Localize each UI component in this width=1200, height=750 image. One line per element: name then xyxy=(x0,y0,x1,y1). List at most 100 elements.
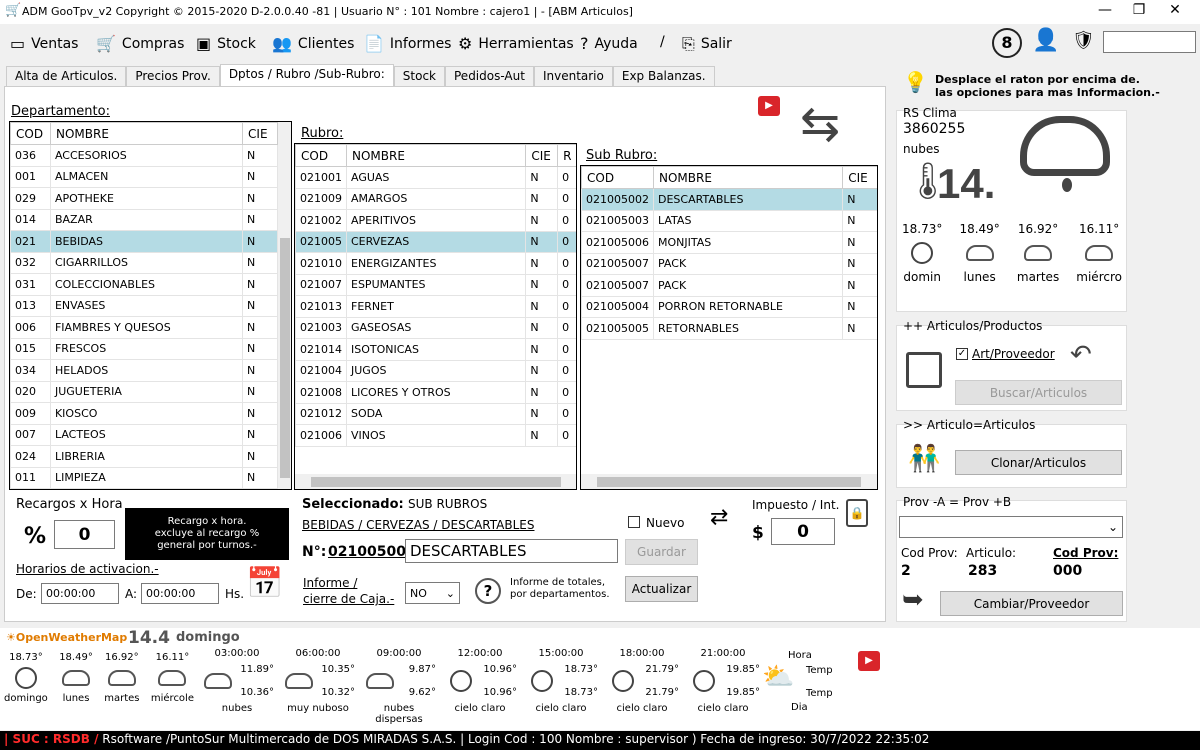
table-cell[interactable]: 0 xyxy=(557,381,576,404)
table-cell[interactable]: FRESCOS xyxy=(49,337,244,360)
table-row[interactable]: 036 ACCESORIOS N xyxy=(10,144,278,167)
table-cell[interactable]: VINOS xyxy=(345,424,527,447)
table-row[interactable]: 011 LIMPIEZA N xyxy=(10,466,278,489)
table-cell[interactable]: 021006 xyxy=(295,424,347,447)
table-row[interactable]: 021008 LICORES Y OTROS N 0 xyxy=(295,381,576,404)
table-cell[interactable]: APERITIVOS xyxy=(345,209,527,232)
menu-compras[interactable]: 🛒 Compras xyxy=(96,34,184,53)
table-cell[interactable]: 021005004 xyxy=(581,295,654,318)
col-r[interactable]: R xyxy=(557,144,576,167)
undo-arrow-icon[interactable]: ↶ xyxy=(1070,340,1092,370)
menu-clientes[interactable]: 👥 Clientes xyxy=(272,34,354,53)
table-row[interactable]: 006 FIAMBRES Y QUESOS N xyxy=(10,316,278,339)
table-cell[interactable]: N xyxy=(842,295,877,318)
menu-informes[interactable]: 📄 Informes xyxy=(364,34,451,53)
table-cell[interactable]: MONJITAS xyxy=(652,231,844,254)
table-cell[interactable]: 013 xyxy=(10,294,51,317)
table-cell[interactable]: KIOSCO xyxy=(49,402,244,425)
actualizar-button[interactable]: Actualizar xyxy=(625,576,698,602)
table-cell[interactable]: AGUAS xyxy=(345,166,527,189)
table-cell[interactable]: N xyxy=(242,230,278,253)
col-cie[interactable]: CIE xyxy=(525,144,559,167)
table-cell[interactable]: N xyxy=(525,402,559,425)
table-row[interactable]: 021 BEBIDAS N xyxy=(10,230,278,253)
table-row[interactable]: 021005007 PACK N xyxy=(581,274,877,297)
table-row[interactable]: 024 LIBRERIA N xyxy=(10,445,278,468)
rubro-grid[interactable]: COD NOMBRE CIE R 021001 AGUAS N 0 021009 AMAR… xyxy=(294,143,577,490)
tab-inventario[interactable]: Inventario xyxy=(533,66,613,86)
table-cell[interactable]: 0 xyxy=(557,402,576,425)
table-cell[interactable]: 021009 xyxy=(295,187,347,210)
help-icon[interactable]: ? xyxy=(475,578,501,604)
table-row[interactable]: 007 LACTEOS N xyxy=(10,423,278,446)
table-cell[interactable]: 021 xyxy=(10,230,51,253)
table-cell[interactable]: 0 xyxy=(557,359,576,382)
table-row[interactable]: 009 KIOSCO N xyxy=(10,402,278,425)
table-row[interactable]: 021005002 DESCARTABLES N xyxy=(581,188,877,211)
table-cell[interactable]: ENVASES xyxy=(49,294,244,317)
table-cell[interactable]: N xyxy=(525,209,559,232)
table-row[interactable]: 021009 AMARGOS N 0 xyxy=(295,187,576,210)
col-nombre[interactable]: NOMBRE xyxy=(345,144,527,167)
table-row[interactable]: 021002 APERITIVOS N 0 xyxy=(295,209,576,232)
table-cell[interactable]: 034 xyxy=(10,359,51,382)
table-cell[interactable]: 020 xyxy=(10,380,51,403)
table-cell[interactable]: N xyxy=(525,273,559,296)
departamento-scrollbar[interactable] xyxy=(278,122,291,489)
table-cell[interactable]: DESCARTABLES xyxy=(652,188,844,211)
table-row[interactable]: 001 ALMACEN N xyxy=(10,165,278,188)
table-cell[interactable]: CIGARRILLOS xyxy=(49,251,244,274)
minimize-icon[interactable]: — xyxy=(1090,2,1120,18)
table-cell[interactable]: N xyxy=(842,274,877,297)
menu-salir[interactable]: ⎘ Salir xyxy=(682,34,732,54)
eight-badge-icon[interactable]: 8 xyxy=(992,28,1022,58)
table-cell[interactable]: 021003 xyxy=(295,316,347,339)
table-cell[interactable]: 021008 xyxy=(295,381,347,404)
table-cell[interactable]: 031 xyxy=(10,273,51,296)
col-cod[interactable]: COD xyxy=(581,166,654,189)
col-cod[interactable]: COD xyxy=(10,122,51,145)
scroll-thumb[interactable] xyxy=(597,477,861,487)
table-cell[interactable]: N xyxy=(242,337,278,360)
table-cell[interactable]: ACCESORIOS xyxy=(49,144,244,167)
tab-dptos-rubro[interactable]: Dptos / Rubro /Sub-Rubro: xyxy=(219,64,394,86)
table-cell[interactable]: 0 xyxy=(557,252,576,275)
table-cell[interactable]: PORRON RETORNABLE xyxy=(652,295,844,318)
table-cell[interactable]: N xyxy=(842,209,877,232)
table-cell[interactable]: 0 xyxy=(557,338,576,361)
table-cell[interactable]: N xyxy=(842,231,877,254)
rubro-hscrollbar[interactable] xyxy=(295,474,576,489)
table-row[interactable]: 021005007 PACK N xyxy=(581,252,877,275)
table-cell[interactable]: 021001 xyxy=(295,166,347,189)
col-cie[interactable]: CIE xyxy=(242,122,278,145)
scroll-thumb[interactable] xyxy=(280,238,290,478)
tab-alta-articulos[interactable]: Alta de Articulos. xyxy=(6,66,127,86)
table-cell[interactable]: N xyxy=(842,252,877,275)
table-row[interactable]: 015 FRESCOS N xyxy=(10,337,278,360)
table-cell[interactable]: 021010 xyxy=(295,252,347,275)
name-input[interactable]: DESCARTABLES xyxy=(405,539,618,563)
table-cell[interactable]: SODA xyxy=(345,402,527,425)
table-cell[interactable]: PACK xyxy=(652,274,844,297)
table-row[interactable]: 021001 AGUAS N 0 xyxy=(295,166,576,189)
table-cell[interactable]: 021005007 xyxy=(581,252,654,275)
table-cell[interactable]: N xyxy=(242,208,278,231)
table-cell[interactable]: N xyxy=(242,445,278,468)
subrubro-grid[interactable]: COD NOMBRE CIE 021005002 DESCARTABLES N 021… xyxy=(580,165,878,490)
col-cod[interactable]: COD xyxy=(295,144,347,167)
table-cell[interactable]: CERVEZAS xyxy=(345,230,527,253)
table-row[interactable]: 013 ENVASES N xyxy=(10,294,278,317)
table-cell[interactable]: 021005002 xyxy=(581,188,654,211)
table-row[interactable]: 021007 ESPUMANTES N 0 xyxy=(295,273,576,296)
table-cell[interactable]: N xyxy=(525,381,559,404)
table-cell[interactable]: 021004 xyxy=(295,359,347,382)
table-row[interactable]: 021006 VINOS N 0 xyxy=(295,424,576,447)
col-nombre[interactable]: NOMBRE xyxy=(652,166,844,189)
table-cell[interactable]: 024 xyxy=(10,445,51,468)
table-cell[interactable]: FIAMBRES Y QUESOS xyxy=(49,316,244,339)
table-cell[interactable]: 036 xyxy=(10,144,51,167)
table-cell[interactable]: 0 xyxy=(557,230,576,253)
table-cell[interactable]: N xyxy=(525,424,559,447)
table-cell[interactable]: BAZAR xyxy=(49,208,244,231)
lock-icon[interactable]: 🔒 xyxy=(846,499,868,527)
